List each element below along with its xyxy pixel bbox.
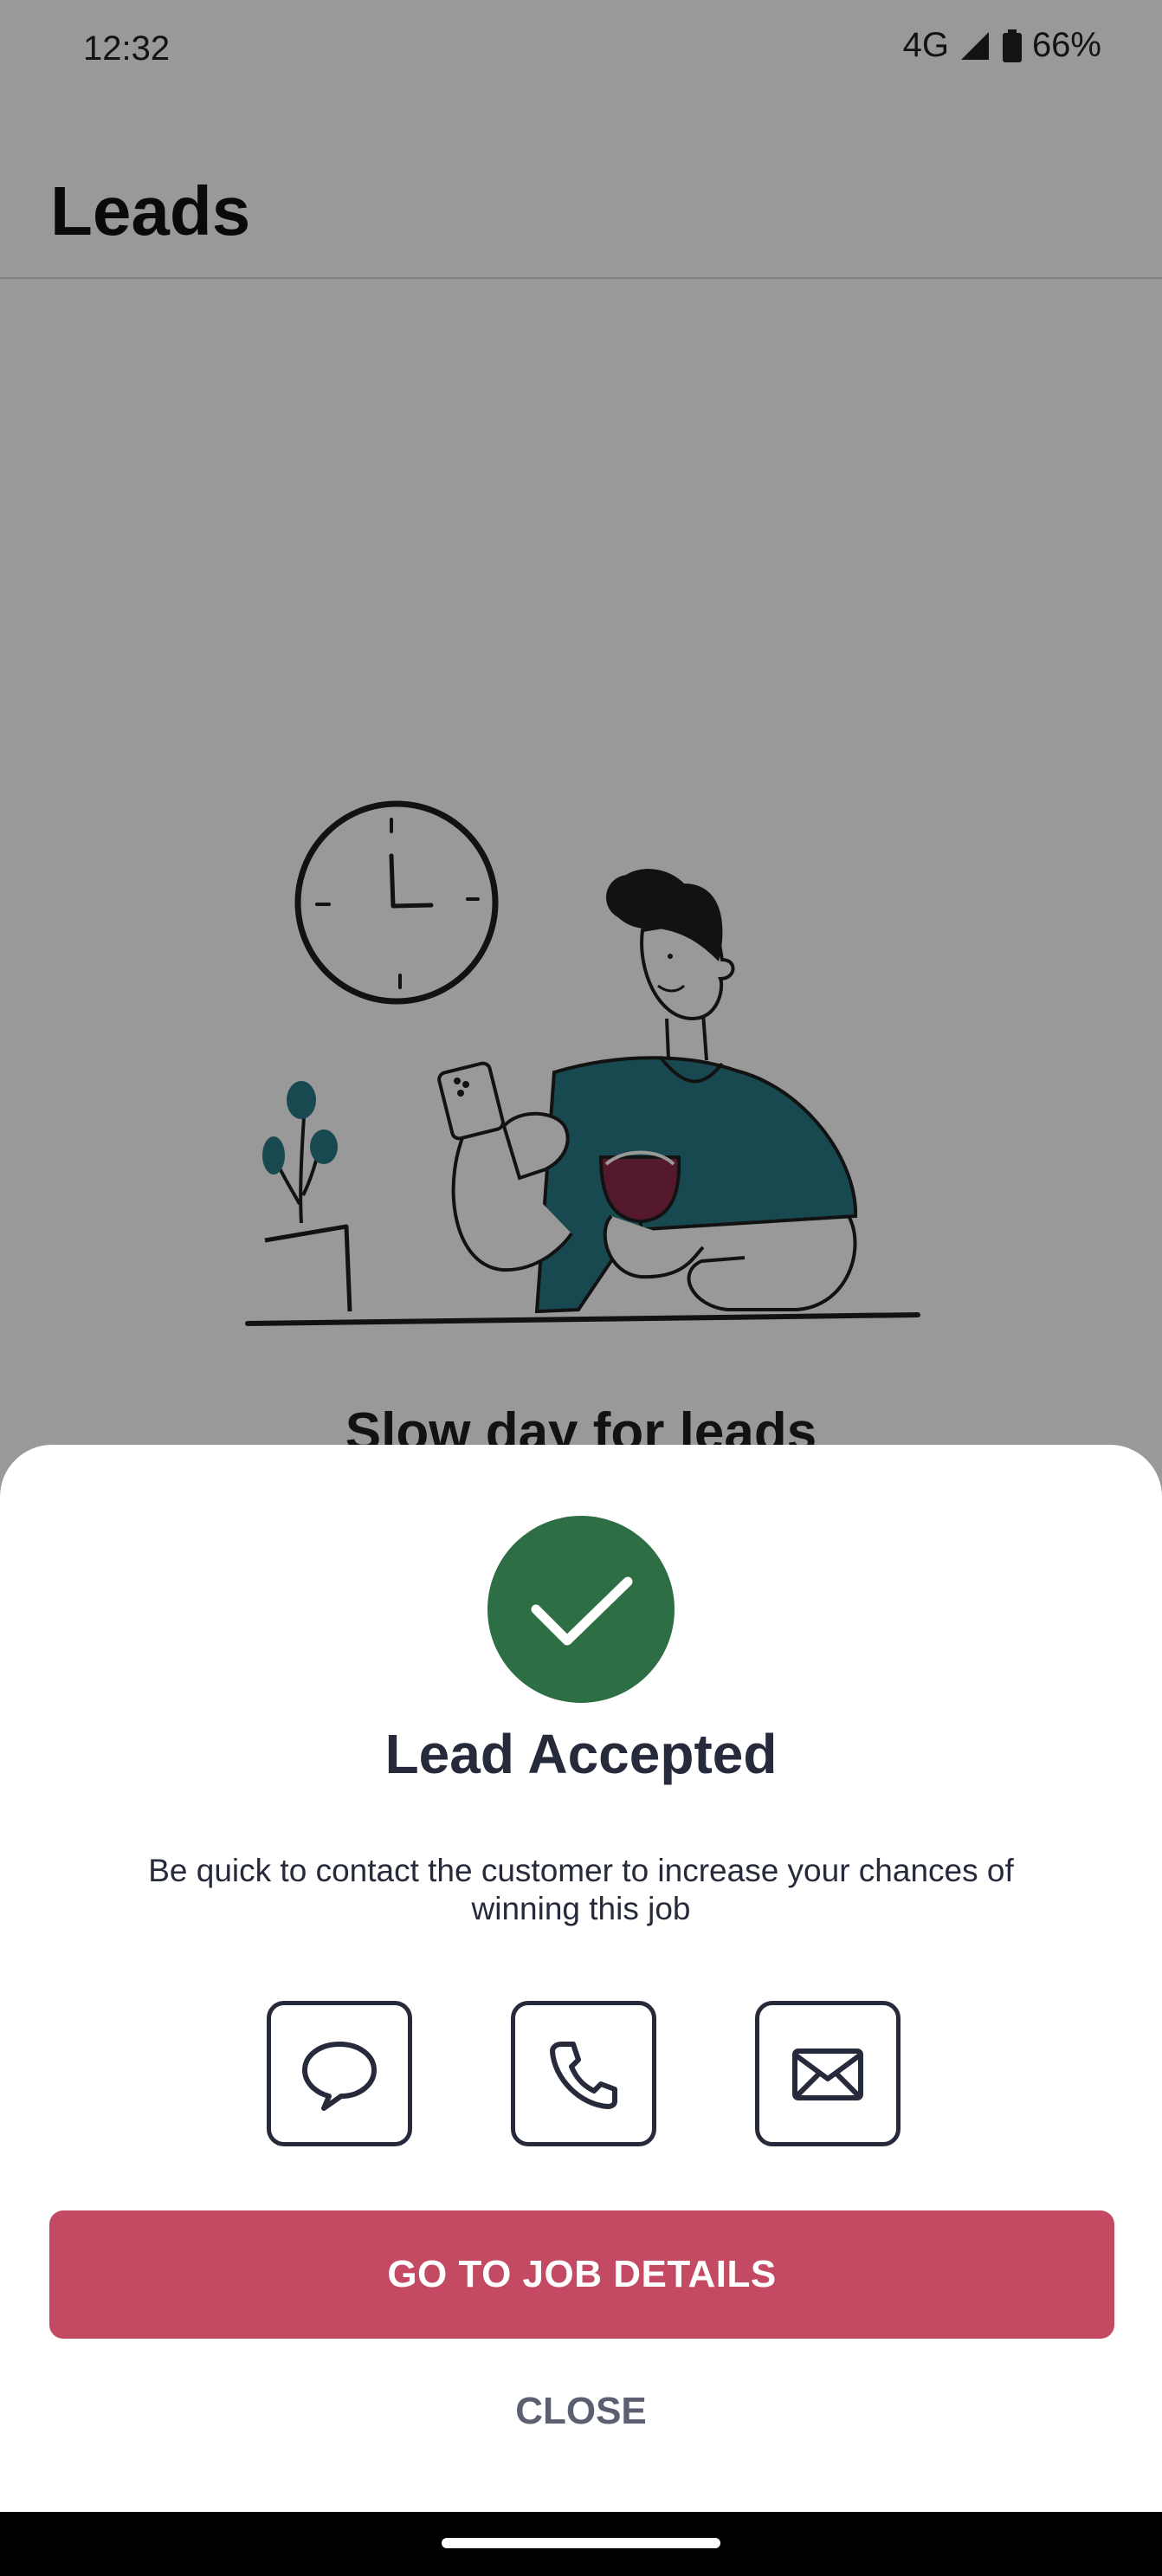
leads-screen: 12:32 4G 66% Leads Slow day for leads Le… (0, 0, 1162, 2576)
sheet-title: Lead Accepted (384, 1723, 778, 1785)
home-gesture-handle[interactable] (442, 2538, 720, 2548)
mail-icon (792, 2049, 863, 2100)
checkmark-icon (531, 1576, 633, 1646)
success-badge (487, 1516, 675, 1703)
navigation-bar (0, 2512, 1162, 2576)
lead-accepted-sheet: Lead Accepted Be quick to contact the cu… (0, 1445, 1162, 2512)
chat-bubble-icon (302, 2042, 377, 2111)
sheet-message: Be quick to contact the customer to incr… (148, 1853, 1014, 1926)
call-customer-button[interactable] (511, 2001, 656, 2146)
email-customer-button[interactable] (755, 2001, 901, 2146)
phone-icon (550, 2042, 617, 2109)
contact-actions (0, 2001, 1162, 2146)
message-customer-button[interactable] (267, 2001, 412, 2146)
go-to-job-details-button[interactable]: GO TO JOB DETAILS (49, 2210, 1114, 2339)
close-button[interactable]: CLOSE (451, 2372, 711, 2451)
